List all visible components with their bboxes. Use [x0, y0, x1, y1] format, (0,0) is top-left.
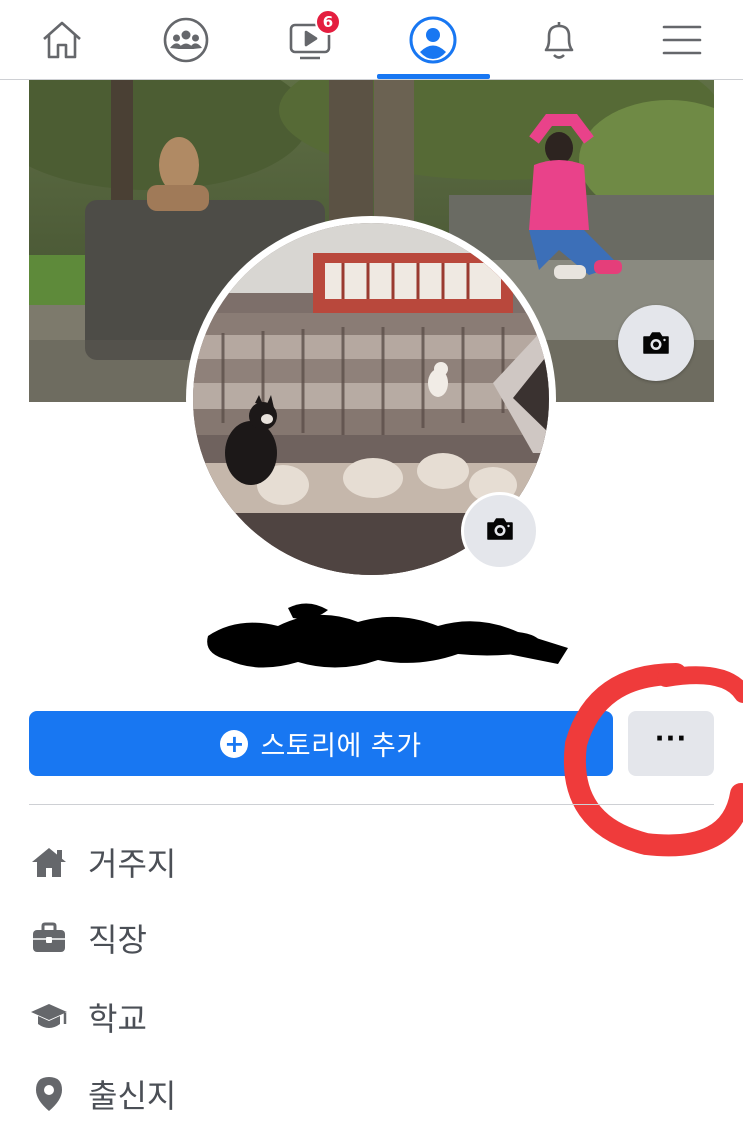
info-item-label: 직장: [88, 921, 147, 959]
bell-icon: [537, 16, 581, 64]
graduation-cap-icon: [29, 997, 69, 1037]
nav-home-tab[interactable]: [2, 0, 122, 80]
info-item-label: 출신지: [88, 1077, 177, 1115]
briefcase-icon: [29, 918, 69, 958]
redacted-profile-name: [198, 596, 574, 686]
nav-menu-tab[interactable]: [622, 0, 742, 80]
profile-picture-camera-button[interactable]: [461, 492, 539, 570]
info-item-residence[interactable]: 거주지: [29, 832, 176, 892]
info-item-workplace[interactable]: 직장: [29, 908, 147, 968]
watch-notification-badge: 6: [315, 9, 341, 35]
more-options-label: ···: [654, 723, 688, 754]
nav-watch-tab[interactable]: 6: [250, 0, 370, 80]
profile-icon: [408, 15, 458, 65]
more-options-button[interactable]: ···: [628, 711, 714, 776]
add-to-story-button[interactable]: + 스토리에 추가: [29, 711, 613, 776]
groups-icon: [162, 16, 210, 64]
cover-photo-camera-button[interactable]: [618, 305, 694, 381]
active-tab-indicator: [377, 74, 490, 79]
nav-notifications-tab[interactable]: [499, 0, 619, 80]
info-item-hometown[interactable]: 출신지: [29, 1064, 176, 1122]
plus-circle-icon: +: [220, 729, 249, 758]
hamburger-menu-icon: [661, 22, 703, 58]
section-divider: [29, 804, 714, 805]
top-navigation-bar: 6: [0, 0, 743, 80]
home-icon: [29, 842, 69, 882]
home-icon: [39, 17, 85, 63]
info-item-label: 학교: [88, 1000, 147, 1038]
nav-profile-tab[interactable]: [373, 0, 493, 80]
camera-icon: [485, 516, 515, 546]
location-pin-icon: [29, 1074, 69, 1114]
nav-groups-tab[interactable]: [126, 0, 246, 80]
info-item-school[interactable]: 학교: [29, 987, 147, 1047]
camera-icon: [641, 330, 671, 356]
info-item-label: 거주지: [88, 845, 177, 883]
add-to-story-label: 스토리에 추가: [260, 731, 422, 762]
